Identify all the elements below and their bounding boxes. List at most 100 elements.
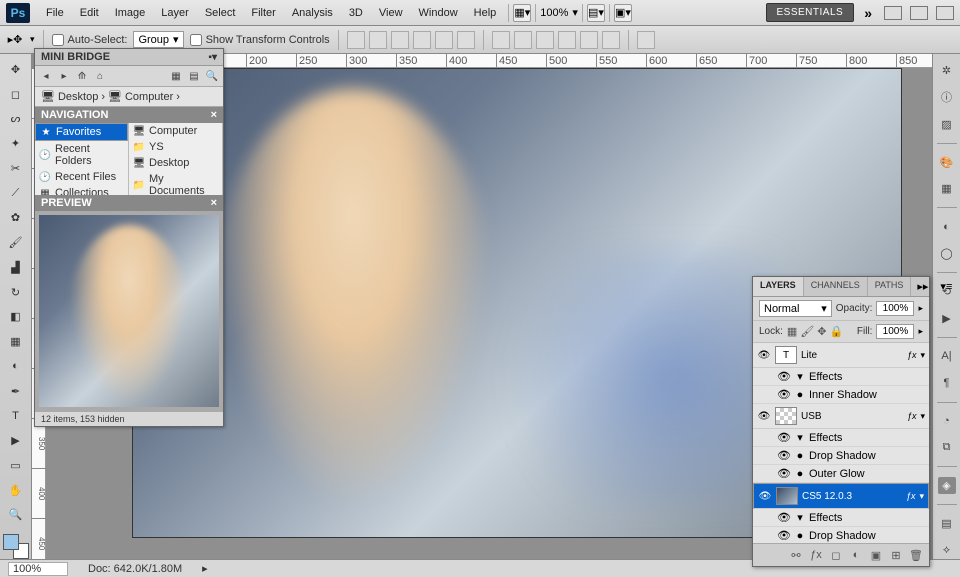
visibility-icon[interactable]: 👁 (777, 449, 791, 462)
paths-dock-icon[interactable]: ⟡ (938, 542, 956, 559)
distribute-right-icon[interactable] (602, 31, 620, 49)
lock-transparency-icon[interactable]: ▦ (787, 325, 797, 338)
mini-bridge-breadcrumb[interactable]: 🖥 Desktop › 🖥 Computer › (35, 87, 223, 107)
menu-view[interactable]: View (371, 0, 411, 26)
layer-effect[interactable]: 👁▾Effects (753, 368, 929, 386)
quick-select-tool[interactable]: ✦ (4, 132, 28, 155)
adjustment-layer-icon[interactable]: ◐ (849, 548, 863, 562)
layer-item[interactable]: 👁TLiteƒx▾ (753, 343, 929, 368)
layer-effect[interactable]: 👁●Outer Glow (753, 465, 929, 483)
expand-effects-icon[interactable]: ▾ (919, 491, 924, 502)
type-tool[interactable]: T (4, 405, 28, 428)
brush-tool[interactable]: 🖌 (4, 231, 28, 254)
menu-3d[interactable]: 3D (341, 0, 371, 26)
visibility-icon[interactable]: 👁 (777, 388, 791, 401)
show-transform-checkbox[interactable]: Show Transform Controls (190, 34, 330, 46)
workspace-switcher[interactable]: ESSENTIALS (766, 3, 855, 22)
menu-image[interactable]: Image (107, 0, 154, 26)
adjustments-icon[interactable]: ◐ (938, 218, 956, 235)
swatches-icon[interactable]: 🎨 (938, 154, 956, 171)
paragraph-icon[interactable]: ¶ (938, 375, 956, 392)
layer-name[interactable]: Lite (801, 350, 903, 361)
expand-panels-icon[interactable]: » (860, 5, 876, 21)
healing-brush-tool[interactable]: ✿ (4, 207, 28, 230)
character-icon[interactable]: A| (938, 348, 956, 365)
shape-tool[interactable]: ▭ (4, 454, 28, 477)
layer-style-icon[interactable]: ƒx (809, 548, 823, 562)
lock-all-icon[interactable]: 🔒 (830, 325, 844, 338)
dodge-tool[interactable]: ◐ (4, 355, 28, 378)
layer-effect[interactable]: 👁●Drop Shadow (753, 447, 929, 465)
layer-thumbnail[interactable] (775, 407, 797, 425)
hand-tool[interactable]: ✋ (4, 479, 28, 502)
minimize-icon[interactable] (884, 6, 902, 20)
nav-item[interactable]: ▦Collections (35, 185, 128, 195)
fill-input[interactable]: 100% (876, 324, 914, 339)
crop-tool[interactable]: ✂ (4, 157, 28, 180)
distribute-vcenter-icon[interactable] (514, 31, 532, 49)
channels-dock-icon[interactable]: ▤ (938, 515, 956, 532)
layers-dock-icon[interactable]: ◈ (938, 477, 956, 494)
gradient-tool[interactable]: ▦ (4, 330, 28, 353)
chevron-down-icon[interactable]: ▾ (572, 6, 578, 19)
layer-name[interactable]: USB (801, 411, 903, 422)
tab-paths[interactable]: PATHS (868, 277, 912, 296)
lock-position-icon[interactable]: ✥ (817, 325, 826, 338)
lasso-tool[interactable]: ᔕ (4, 108, 28, 131)
expand-effects-icon[interactable]: ▾ (920, 350, 925, 361)
opacity-input[interactable]: 100% (876, 301, 914, 316)
styles-icon[interactable]: ▦ (938, 181, 956, 198)
tab-channels[interactable]: CHANNELS (804, 277, 868, 296)
align-left-icon[interactable] (413, 31, 431, 49)
visibility-icon[interactable]: 👁 (777, 511, 791, 524)
layer-effect[interactable]: 👁▾Effects (753, 509, 929, 527)
nav-item[interactable]: 🕑Recent Folders (35, 141, 128, 169)
color-icon[interactable]: ▨ (938, 116, 956, 133)
visibility-icon[interactable]: 👁 (777, 431, 791, 444)
align-hcenter-icon[interactable] (435, 31, 453, 49)
distribute-top-icon[interactable] (492, 31, 510, 49)
visibility-icon[interactable]: 👁 (757, 411, 771, 422)
nav-item[interactable]: 🖥Computer (129, 123, 222, 139)
menu-analysis[interactable]: Analysis (284, 0, 341, 26)
eraser-tool[interactable]: ◧ (4, 306, 28, 329)
nav-item[interactable]: ★Favorites (35, 123, 128, 141)
auto-select-checkbox[interactable]: Auto-Select: (52, 34, 128, 46)
back-icon[interactable]: ◂ (39, 69, 53, 83)
blend-mode-dropdown[interactable]: Normal▾ (759, 300, 832, 317)
collapse-panel-icon[interactable]: ▸▸ (911, 277, 934, 296)
link-layers-icon[interactable]: ⚯ (789, 548, 803, 562)
layer-thumbnail[interactable] (776, 487, 798, 505)
restore-icon[interactable] (910, 6, 928, 20)
launch-bridge-icon[interactable]: ▦▾ (513, 4, 531, 22)
layer-effect[interactable]: 👁●Inner Shadow (753, 386, 929, 404)
visibility-icon[interactable]: 👁 (757, 350, 771, 361)
align-top-icon[interactable] (347, 31, 365, 49)
menu-window[interactable]: Window (411, 0, 466, 26)
chevron-down-icon[interactable]: ▾ (30, 34, 35, 45)
zoom-tool[interactable]: 🔍 (4, 504, 28, 527)
panel-menu-icon[interactable]: ▪▾ (208, 52, 217, 63)
auto-align-icon[interactable] (637, 31, 655, 49)
layer-item[interactable]: 👁USBƒx▾ (753, 404, 929, 429)
visibility-icon[interactable]: 👁 (777, 529, 791, 542)
lock-pixels-icon[interactable]: 🖌 (800, 325, 814, 338)
brush-presets-icon[interactable]: ◔ (938, 412, 956, 429)
menu-select[interactable]: Select (197, 0, 244, 26)
nav-item[interactable]: 📁YS (129, 139, 222, 155)
preview-thumbnail[interactable] (39, 215, 219, 407)
auto-select-dropdown[interactable]: Group▾ (133, 31, 183, 48)
new-layer-icon[interactable]: ⊞ (889, 548, 903, 562)
tab-layers[interactable]: LAYERS (753, 277, 804, 296)
panel-menu-icon[interactable]: ▾≡ (934, 277, 958, 296)
marquee-tool[interactable]: ◻ (4, 83, 28, 106)
view-list-icon[interactable]: ▤ (187, 69, 201, 83)
zoom-value[interactable]: 100% (540, 7, 568, 19)
menu-file[interactable]: File (38, 0, 72, 26)
go-up-icon[interactable]: ⟰ (75, 69, 89, 83)
history-brush-tool[interactable]: ↻ (4, 281, 28, 304)
layer-thumbnail[interactable]: T (775, 346, 797, 364)
pen-tool[interactable]: ✒ (4, 380, 28, 403)
close-icon[interactable]: × (211, 197, 217, 209)
menu-layer[interactable]: Layer (153, 0, 197, 26)
